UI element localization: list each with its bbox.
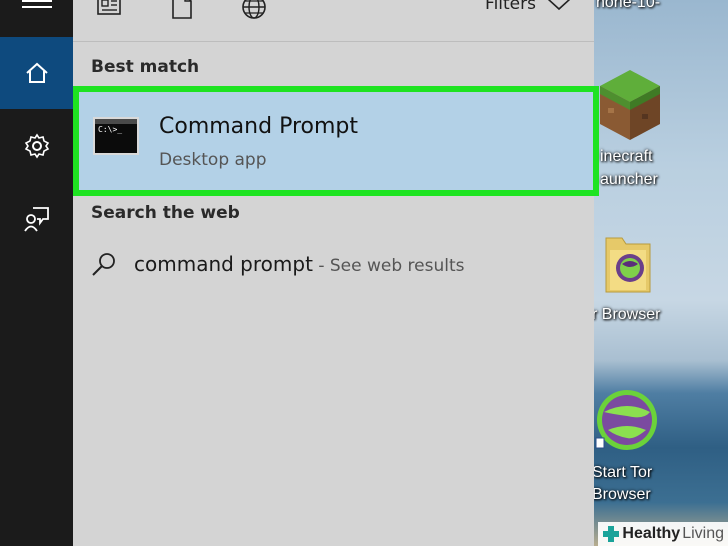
- filters-label: Filters: [485, 0, 536, 14]
- watermark-brand: Healthy: [622, 525, 681, 542]
- command-prompt-icon: C:\>_: [93, 117, 139, 155]
- search-scope-bar: Filters: [73, 0, 594, 42]
- web-search-result[interactable]: command prompt - See web results: [73, 244, 594, 288]
- search-icon: [92, 253, 115, 276]
- web-filter-icon[interactable]: [241, 0, 267, 20]
- minecraft-icon[interactable]: [598, 68, 662, 142]
- result-title: Command Prompt: [159, 114, 358, 139]
- web-query-suffix: - See web results: [312, 256, 465, 276]
- desktop-background: hone-10- inecraft auncher r Browser Star…: [594, 0, 728, 546]
- watermark: Healthy Living: [598, 522, 728, 546]
- web-query-text: command prompt - See web results: [134, 252, 465, 276]
- gear-icon: [24, 133, 49, 159]
- home-icon: [25, 62, 48, 83]
- web-query: command prompt: [134, 252, 313, 276]
- filters-dropdown[interactable]: Filters: [485, 0, 572, 14]
- desktop-icon-label: Start Tor: [594, 464, 653, 481]
- chevron-down-icon: [547, 0, 571, 11]
- rail-settings-button[interactable]: [0, 110, 73, 182]
- documents-filter-icon[interactable]: [171, 0, 193, 20]
- start-rail: [0, 0, 73, 546]
- rail-feedback-button[interactable]: [0, 183, 73, 255]
- desktop-icon-label: inecraft: [600, 148, 653, 165]
- command-prompt-icon-text: C:\>_: [98, 125, 123, 134]
- best-match-heading: Best match: [91, 57, 200, 77]
- result-subtitle: Desktop app: [159, 150, 267, 170]
- command-prompt-result[interactable]: C:\>_ Command Prompt Desktop app: [73, 86, 599, 196]
- web-heading: Search the web: [91, 203, 240, 223]
- hamburger-menu-icon[interactable]: [22, 0, 52, 12]
- plus-logo-icon: [603, 526, 620, 542]
- tor-folder-icon[interactable]: [602, 232, 654, 296]
- search-panel: Filters Best match C:\>_ Command Prompt …: [73, 0, 599, 546]
- desktop-icon-label: auncher: [600, 171, 658, 188]
- desktop-icon-label: r Browser: [594, 306, 661, 323]
- watermark-brand-suffix: Living: [682, 525, 724, 542]
- tor-globe-icon[interactable]: [594, 386, 660, 456]
- desktop-icon-label: Browser: [594, 486, 651, 503]
- feedback-icon: [23, 207, 49, 232]
- desktop-icon-label: hone-10-: [596, 0, 661, 11]
- rail-home-button[interactable]: [0, 37, 73, 109]
- apps-filter-icon[interactable]: [97, 0, 123, 18]
